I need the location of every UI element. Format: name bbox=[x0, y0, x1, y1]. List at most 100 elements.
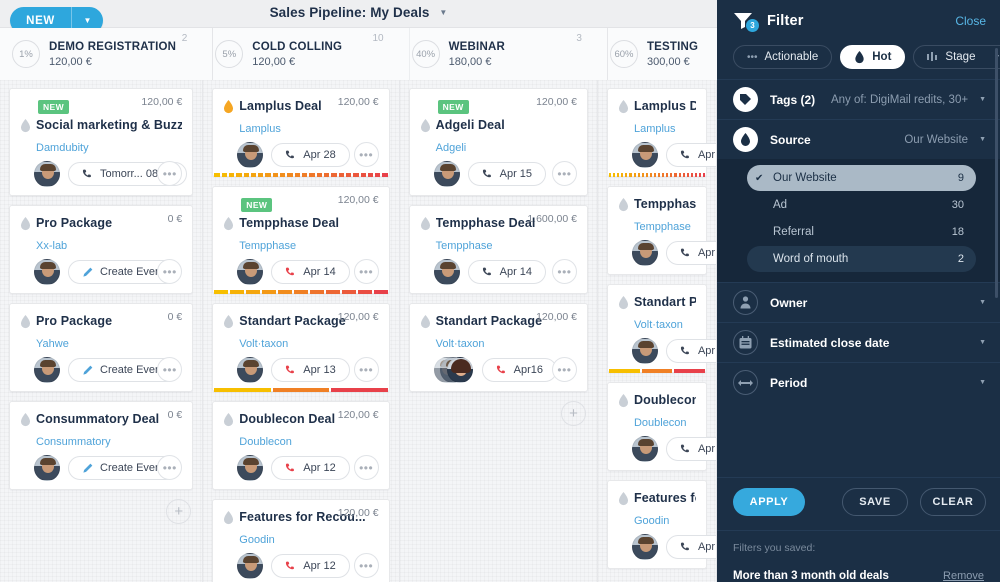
stage-header-0[interactable]: 1% DEMO REGISTRATION 120,00 € 2 bbox=[0, 28, 204, 80]
deal-menu-button[interactable]: ••• bbox=[353, 259, 379, 284]
filter-row-source[interactable]: Source Our Website ▼ bbox=[717, 119, 1000, 159]
deal-action-button[interactable]: Apr 12 bbox=[271, 554, 350, 578]
deal-card[interactable]: 120,00 € Lamplus Deal Lamplus Apr 28 ••• bbox=[212, 88, 390, 177]
filter-chip-actionable[interactable]: ••• Actionable bbox=[733, 45, 833, 69]
close-filter-button[interactable]: Close bbox=[955, 14, 986, 28]
deal-company-link[interactable]: Tempphase bbox=[239, 240, 378, 252]
deal-company-link[interactable]: Volt·taxon bbox=[239, 338, 378, 350]
deal-company-link[interactable]: Lamplus bbox=[239, 123, 378, 135]
deal-card[interactable]: Standart Packag Volt·taxon Apr 13 bbox=[606, 284, 717, 373]
stage-header-2[interactable]: 40% WEBINAR 180,00 € 3 bbox=[399, 28, 598, 80]
deal-action-button[interactable]: Apr 12 bbox=[271, 456, 350, 480]
deal-card[interactable]: 1.600,00 € Tempphase Deal Tempphase Apr 14 •… bbox=[408, 205, 588, 294]
deal-card[interactable]: 0 € Pro Package Xx-lab Create Event ••• bbox=[9, 205, 194, 294]
deal-company-link[interactable]: Doublecon bbox=[239, 436, 378, 448]
avatar[interactable] bbox=[433, 161, 460, 187]
deal-card[interactable]: 0 € Consummatory Deal Consummatory Create E… bbox=[9, 401, 194, 490]
deal-menu-button[interactable]: ••• bbox=[353, 455, 379, 480]
stage-header-3[interactable]: 60% TESTING 300,00 € bbox=[597, 28, 717, 80]
deal-card[interactable]: 120,00 € Doublecon Deal Doublecon Apr 12 ••• bbox=[212, 401, 390, 490]
pipeline-chevron-down-icon[interactable]: ▼ bbox=[439, 8, 447, 17]
deal-action-button[interactable]: Apr 28 bbox=[665, 143, 717, 167]
deal-action-button[interactable]: Apr 14 bbox=[665, 241, 717, 265]
avatar[interactable] bbox=[237, 357, 264, 383]
filter-chip-hot[interactable]: Hot bbox=[840, 45, 906, 69]
deal-card[interactable]: 0 € Pro Package Yahwe Create Event ••• bbox=[9, 303, 194, 392]
deal-action-button[interactable]: Apr16 bbox=[481, 358, 557, 382]
avatar[interactable] bbox=[237, 455, 264, 481]
avatar-group[interactable] bbox=[433, 357, 474, 383]
clear-button[interactable]: CLEAR bbox=[920, 488, 986, 516]
deal-company-link[interactable]: Lamplus bbox=[634, 123, 696, 135]
deal-card[interactable]: Features for Rec Goodin Apr 12 bbox=[606, 480, 717, 569]
deal-company-link[interactable]: Consummatory bbox=[36, 436, 182, 448]
filter-row-estimated[interactable]: Estimated close date ▼ bbox=[717, 322, 1000, 362]
stage-header-1[interactable]: 5% COLD COLLING 120,00 € 10 bbox=[203, 28, 400, 80]
chevron-down-icon[interactable]: ▼ bbox=[979, 379, 986, 386]
deal-card[interactable]: Doublecon Deal Doublecon Apr 12 bbox=[606, 382, 717, 471]
deal-company-link[interactable]: Goodin bbox=[634, 515, 696, 527]
deal-company-link[interactable]: Goodin bbox=[239, 534, 378, 546]
deal-card[interactable]: 120,00 € NEW Social marketing & Buzz Damdub… bbox=[9, 88, 194, 196]
deal-menu-button[interactable]: ••• bbox=[353, 357, 379, 382]
apply-button[interactable]: APPLY bbox=[733, 488, 805, 516]
chevron-down-icon[interactable]: ▼ bbox=[979, 299, 986, 306]
chevron-down-icon[interactable]: ▼ bbox=[979, 136, 986, 143]
saved-filter-row[interactable]: More than 3 month old deals Remove bbox=[733, 570, 984, 582]
deal-action-button[interactable]: Apr 28 bbox=[271, 143, 350, 167]
avatar[interactable] bbox=[631, 142, 658, 168]
source-option[interactable]: Referral 18 bbox=[747, 219, 976, 245]
avatar[interactable] bbox=[631, 534, 658, 560]
deal-action-button[interactable]: Apr 14 bbox=[467, 260, 547, 284]
filter-row-period[interactable]: Period ▼ bbox=[717, 362, 1000, 402]
avatar[interactable] bbox=[34, 455, 60, 481]
avatar[interactable] bbox=[34, 259, 60, 285]
pipeline-title[interactable]: Sales Pipeline: My Deals ▼ bbox=[0, 5, 717, 20]
deal-company-link[interactable]: Volt·taxon bbox=[436, 338, 577, 350]
deal-action-button[interactable]: Apr 14 bbox=[271, 260, 350, 284]
deal-menu-button[interactable]: ••• bbox=[551, 259, 577, 284]
deal-card[interactable]: Tempphase Deal Tempphase Apr 14 bbox=[606, 186, 717, 275]
avatar[interactable] bbox=[237, 553, 264, 579]
avatar[interactable] bbox=[34, 161, 60, 187]
save-button[interactable]: SAVE bbox=[842, 488, 908, 516]
deal-menu-button[interactable]: ••• bbox=[551, 161, 577, 186]
source-option[interactable]: Ad 30 bbox=[747, 192, 976, 218]
filter-chip-stage[interactable]: Stage▼ bbox=[913, 45, 1000, 69]
avatar[interactable] bbox=[237, 142, 264, 168]
avatar[interactable] bbox=[631, 436, 658, 462]
remove-saved-filter-button[interactable]: Remove bbox=[943, 570, 984, 582]
source-option[interactable]: Word of mouth 2 bbox=[747, 246, 976, 272]
filter-row-tags[interactable]: Tags (2) Any of: DigiMail redits, 30+ ▼ bbox=[717, 79, 1000, 119]
panel-scrollbar[interactable] bbox=[995, 48, 998, 298]
deal-action-button[interactable]: Apr 15 bbox=[467, 162, 547, 186]
deal-company-link[interactable]: Yahwe bbox=[36, 338, 182, 350]
deal-card[interactable]: Lamplus Deal Lamplus Apr 28 bbox=[606, 88, 717, 177]
deal-card[interactable]: 120,00 € Features for Recou... Goodin Apr 1… bbox=[212, 499, 390, 582]
add-deal-button[interactable]: + bbox=[560, 401, 586, 426]
avatar[interactable] bbox=[34, 357, 60, 383]
deal-company-link[interactable]: Tempphase bbox=[436, 240, 577, 252]
chevron-down-icon[interactable]: ▼ bbox=[979, 339, 986, 346]
deal-card[interactable]: 120,00 € Standart Package Volt·taxon Apr 13… bbox=[212, 303, 390, 392]
deal-card[interactable]: 120,00 € NEW Adgeli Deal Adgeli Apr 15 ••• bbox=[408, 88, 588, 196]
avatar[interactable] bbox=[433, 259, 460, 285]
deal-action-button[interactable]: Apr 13 bbox=[271, 358, 350, 382]
avatar[interactable] bbox=[631, 240, 658, 266]
deal-card[interactable]: 120,00 € NEW Tempphase Deal Tempphase Apr 14… bbox=[212, 186, 390, 294]
add-deal-button[interactable]: + bbox=[166, 499, 192, 524]
avatar[interactable] bbox=[237, 259, 264, 285]
deal-company-link[interactable]: Doublecon bbox=[634, 417, 696, 429]
deal-action-button[interactable]: Apr 12 bbox=[665, 535, 717, 559]
deal-menu-button[interactable]: ••• bbox=[551, 357, 577, 382]
deal-menu-button[interactable]: ••• bbox=[353, 553, 379, 578]
avatar[interactable] bbox=[631, 338, 658, 364]
deal-action-button[interactable]: Apr 13 bbox=[665, 339, 717, 363]
deal-company-link[interactable]: Tempphase bbox=[634, 221, 696, 233]
filter-row-owner[interactable]: Owner ▼ bbox=[717, 282, 1000, 322]
deal-menu-button[interactable]: ••• bbox=[353, 142, 379, 167]
deal-action-button[interactable]: Apr 12 bbox=[665, 437, 717, 461]
deal-company-link[interactable]: Xx-lab bbox=[36, 240, 182, 252]
source-option[interactable]: ✔ Our Website 9 bbox=[747, 165, 976, 191]
deal-company-link[interactable]: Volt·taxon bbox=[634, 319, 696, 331]
